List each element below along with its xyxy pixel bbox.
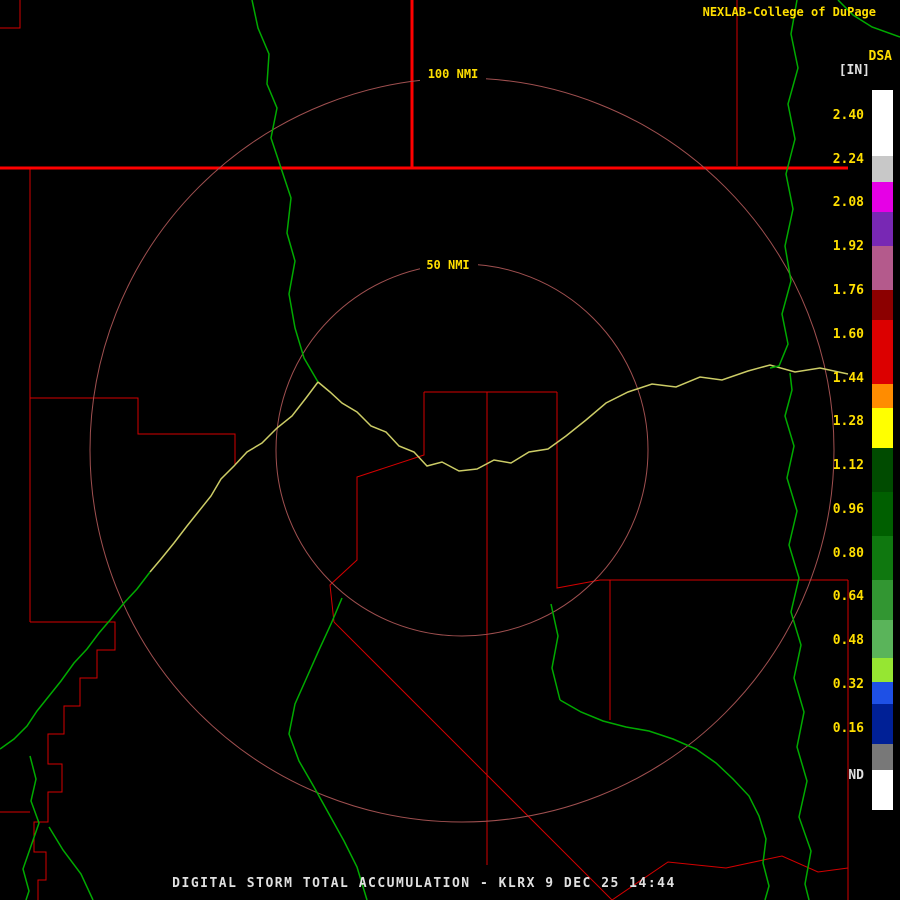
river-main-line xyxy=(317,364,849,472)
county-boundary-line xyxy=(556,392,848,589)
colorbar-band xyxy=(872,682,893,704)
colorbar-band xyxy=(872,744,893,770)
colorbar-band xyxy=(872,246,893,290)
river-line xyxy=(784,372,812,900)
river-main-line xyxy=(149,381,319,573)
colorbar-band xyxy=(872,156,893,182)
county-boundary-line xyxy=(30,397,236,464)
colorbar-band xyxy=(872,408,893,448)
colorbar-band xyxy=(872,448,893,492)
county-boundaries xyxy=(0,0,849,900)
radar-display: 100 NMI 50 NMI NEXLAB-College of DuPage … xyxy=(0,0,900,900)
river-line xyxy=(251,0,319,383)
county-boundary-line xyxy=(0,0,21,29)
station-title: NEXLAB-College of DuPage xyxy=(702,5,876,19)
range-ring-100nmi xyxy=(89,77,835,823)
river-line xyxy=(0,571,151,750)
colorbar-band xyxy=(872,90,893,156)
colorbar-band xyxy=(872,212,893,246)
range-rings xyxy=(89,77,835,823)
colorbar-band xyxy=(872,320,893,384)
units-label: [IN] xyxy=(838,63,870,78)
colorbar-band xyxy=(872,580,893,620)
colorbar-band xyxy=(872,770,893,810)
county-boundary-line xyxy=(329,392,425,623)
product-code-label: DSA xyxy=(868,49,892,64)
colorbar-band xyxy=(872,536,893,580)
colorbar-band xyxy=(872,492,893,536)
rivers xyxy=(0,0,900,900)
state-boundaries xyxy=(0,0,848,170)
colorbar xyxy=(872,90,893,810)
colorbar-band xyxy=(872,384,893,408)
radar-map: 100 NMI 50 NMI xyxy=(0,0,900,900)
river-line xyxy=(769,0,799,369)
county-boundary-line xyxy=(333,621,613,900)
county-boundary-line xyxy=(30,621,116,900)
range-label-50nmi: 50 NMI xyxy=(426,258,469,272)
colorbar-band xyxy=(872,182,893,212)
colorbar-band xyxy=(872,658,893,682)
range-ring-50nmi xyxy=(275,263,649,637)
colorbar-band xyxy=(872,620,893,658)
river-line xyxy=(559,699,770,900)
colorbar-band xyxy=(872,704,893,744)
range-label-100nmi: 100 NMI xyxy=(428,67,479,81)
river-line xyxy=(550,603,561,701)
product-caption: DIGITAL STORM TOTAL ACCUMULATION - KLRX … xyxy=(172,876,676,891)
colorbar-band xyxy=(872,290,893,320)
